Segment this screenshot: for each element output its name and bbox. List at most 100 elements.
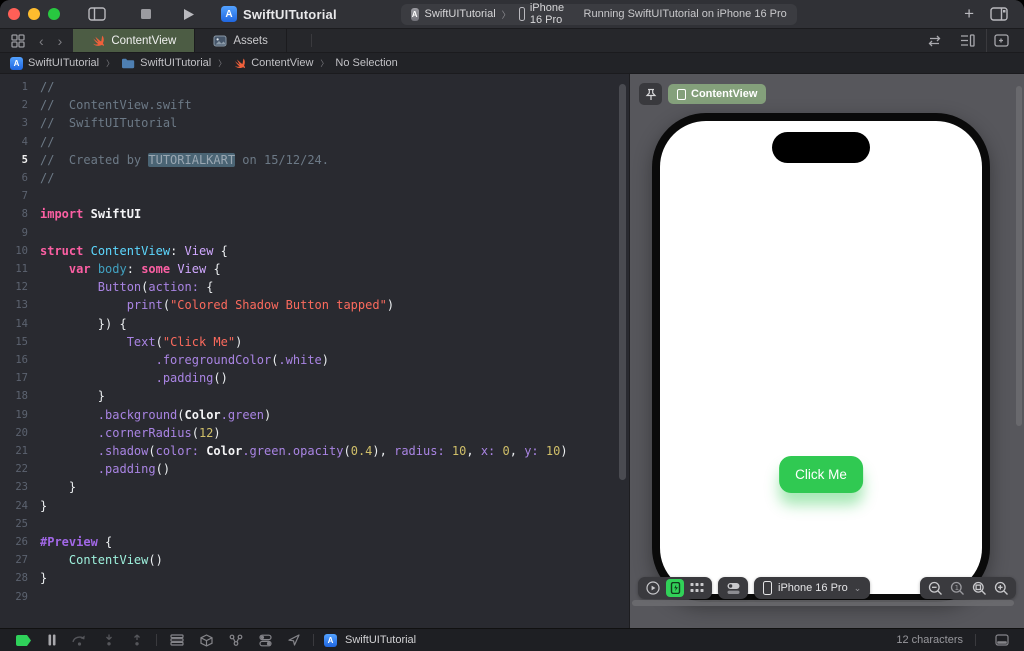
simulate-location-icon[interactable] [281,629,307,651]
line-number[interactable]: 27 [0,551,40,569]
toggle-console-icon[interactable] [988,634,1016,646]
go-back-icon[interactable]: ‹ [32,33,51,49]
line-number[interactable]: 26 [0,533,40,551]
code-line[interactable]: 29 [0,588,629,606]
selectable-mode-icon[interactable] [666,579,684,597]
device-settings-pill[interactable] [718,577,748,599]
toggle-navigator-icon[interactable] [80,3,114,25]
add-editor-icon[interactable] [986,29,1016,52]
swap-editor-icon[interactable] [920,29,949,52]
line-number[interactable]: 9 [0,224,40,242]
line-number[interactable]: 16 [0,351,40,369]
code-line[interactable]: 9 [0,224,629,242]
zoom-100-icon[interactable]: 1 [948,579,966,597]
code-line[interactable]: 11 var body: some View { [0,260,629,278]
zoom-window-button[interactable] [48,8,60,20]
pause-icon[interactable] [41,629,63,651]
preview-target-badge[interactable]: ContentView [668,84,767,104]
code-line[interactable]: 17 .padding() [0,369,629,387]
zoom-out-icon[interactable] [926,579,944,597]
live-preview-play-icon[interactable] [644,579,662,597]
code-line[interactable]: 5// Created by TUTORIALKART on 15/12/24. [0,151,629,169]
line-number[interactable]: 7 [0,187,40,205]
breadcrumb-group[interactable]: SwiftUITutorial [121,57,211,69]
code-editor[interactable]: 1//2// ContentView.swift 3// SwiftUITutor… [0,74,630,628]
canvas-horizontal-scrollbar[interactable] [632,600,1014,606]
line-number[interactable]: 10 [0,242,40,260]
code-line[interactable]: 18 } [0,387,629,405]
line-number[interactable]: 5 [0,151,40,169]
code-line[interactable]: 24} [0,497,629,515]
code-line[interactable]: 27 ContentView() [0,551,629,569]
memory-graph-icon[interactable] [193,629,220,651]
code-line[interactable]: 25 [0,515,629,533]
code-line[interactable]: 14 }) { [0,315,629,333]
pin-preview-button[interactable] [639,83,662,105]
destination-selector[interactable]: iPhone 16 Pro [530,2,572,26]
line-number[interactable]: 14 [0,315,40,333]
running-app-label[interactable]: SwiftUITutorial [345,634,416,646]
breadcrumb-selection[interactable]: No Selection [335,57,397,69]
line-number[interactable]: 13 [0,296,40,314]
line-number[interactable]: 17 [0,369,40,387]
breadcrumb-file[interactable]: ContentView [233,57,313,70]
zoom-fit-icon[interactable] [970,579,988,597]
line-number[interactable]: 29 [0,588,40,606]
minimize-window-button[interactable] [28,8,40,20]
line-number[interactable]: 6 [0,169,40,187]
preview-device-selector[interactable]: iPhone 16 Pro ⌄ [754,577,871,599]
code-line[interactable]: 19 .background(Color.green) [0,406,629,424]
code-line[interactable]: 22 .padding() [0,460,629,478]
tab-contentview[interactable]: ContentView [73,29,196,52]
line-number[interactable]: 19 [0,406,40,424]
scheme-selector[interactable]: SwiftUITutorial [425,8,496,20]
line-number[interactable]: 1 [0,78,40,96]
zoom-in-icon[interactable] [992,579,1010,597]
code-line[interactable]: 15 Text("Click Me") [0,333,629,351]
line-number[interactable]: 28 [0,569,40,587]
step-over-icon[interactable] [65,629,94,651]
code-line[interactable]: 10 struct ContentView: View { [0,242,629,260]
code-line[interactable]: 23 } [0,478,629,496]
line-number[interactable]: 3 [0,114,40,132]
code-line[interactable]: 4// [0,133,629,151]
code-line[interactable]: 20 .cornerRadius(12) [0,424,629,442]
instruments-icon[interactable] [222,629,250,651]
variants-mode-icon[interactable] [688,579,706,597]
editor-scrollbar[interactable] [619,84,626,480]
line-number[interactable]: 22 [0,460,40,478]
stop-button[interactable] [132,3,160,25]
line-number[interactable]: 4 [0,133,40,151]
line-number[interactable]: 2 [0,96,40,114]
minimap-icon[interactable] [953,29,982,52]
code-line[interactable]: 16 .foregroundColor(.white) [0,351,629,369]
line-number[interactable]: 18 [0,387,40,405]
run-button[interactable] [174,3,203,25]
code-line[interactable]: 28} [0,569,629,587]
line-number[interactable]: 24 [0,497,40,515]
canvas-vertical-scrollbar[interactable] [1016,86,1022,426]
close-window-button[interactable] [8,8,20,20]
line-number[interactable]: 11 [0,260,40,278]
tab-assets[interactable]: Assets [195,29,287,52]
code-line[interactable]: 1// [0,78,629,96]
step-into-icon[interactable] [96,629,122,651]
code-line[interactable]: 12 Button(action: { [0,278,629,296]
breakpoints-toggle-icon[interactable] [8,629,39,651]
line-number[interactable]: 23 [0,478,40,496]
code-line[interactable]: 2// ContentView.swift [0,96,629,114]
code-line[interactable]: 21 .shadow(color: Color.green.opacity(0.… [0,442,629,460]
code-line[interactable]: 3// SwiftUITutorial [0,114,629,132]
line-number[interactable]: 20 [0,424,40,442]
environment-overrides-icon[interactable] [252,629,279,651]
line-number[interactable]: 25 [0,515,40,533]
line-number[interactable]: 21 [0,442,40,460]
add-item-icon[interactable]: + [956,3,982,25]
breadcrumb-project[interactable]: A SwiftUITutorial [10,56,99,70]
line-number[interactable]: 12 [0,278,40,296]
code-line[interactable]: 7 [0,187,629,205]
line-number[interactable]: 15 [0,333,40,351]
code-line[interactable]: 13 print("Colored Shadow Button tapped") [0,296,629,314]
code-line[interactable]: 6// [0,169,629,187]
toggle-inspector-icon[interactable] [982,3,1016,25]
